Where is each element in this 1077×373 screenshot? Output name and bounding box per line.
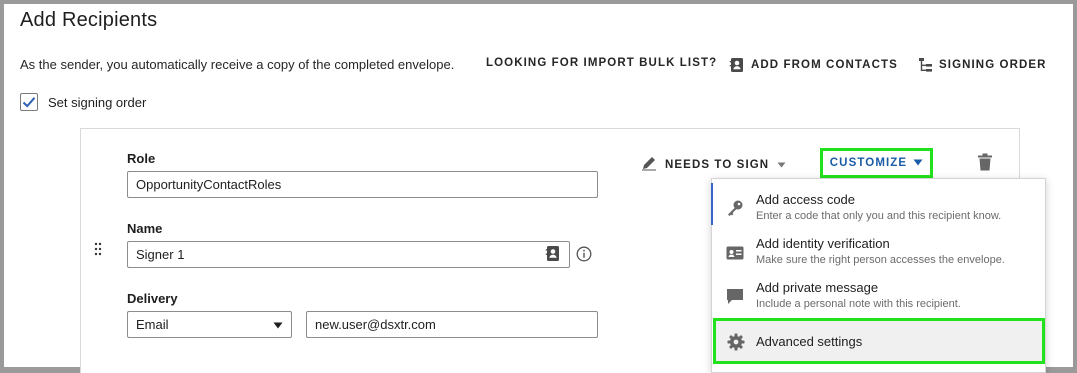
- menu-focus-indicator: [711, 183, 713, 225]
- caret-down-icon: [913, 157, 923, 169]
- chat-bubble-icon: [726, 288, 744, 311]
- gear-icon: [727, 333, 745, 356]
- customize-button[interactable]: CUSTOMIZE: [820, 148, 933, 178]
- name-field[interactable]: Signer 1: [127, 241, 570, 268]
- menu-item-description: Make sure the right person accesses the …: [756, 254, 1005, 266]
- delivery-method-value: Email: [136, 317, 169, 332]
- name-value: Signer 1: [136, 247, 185, 262]
- menu-item-description: Include a personal note with this recipi…: [756, 298, 961, 310]
- delivery-label: Delivery: [127, 291, 178, 306]
- needs-to-sign-label: NEEDS TO SIGN: [665, 158, 770, 171]
- delivery-method-select[interactable]: Email: [127, 311, 292, 338]
- signing-order-label: SIGNING ORDER: [939, 59, 1047, 71]
- page-title: Add Recipients: [20, 9, 158, 31]
- name-label: Name: [127, 221, 163, 236]
- email-value: new.user@dsxtr.com: [315, 317, 436, 332]
- import-bulk-list-label: LOOKING FOR IMPORT BULK LIST?: [486, 57, 718, 69]
- needs-to-sign-dropdown[interactable]: NEEDS TO SIGN: [641, 155, 786, 174]
- menu-item-private-message[interactable]: Add private message Include a personal n…: [712, 271, 1045, 317]
- add-from-contacts-button[interactable]: ADD FROM CONTACTS: [729, 57, 898, 73]
- contacts-book-icon: [729, 57, 745, 73]
- menu-item-identity-verification[interactable]: Add identity verification Make sure the …: [712, 227, 1045, 271]
- import-bulk-list-link[interactable]: LOOKING FOR IMPORT BULK LIST?: [486, 57, 717, 69]
- role-value: OpportunityContactRoles: [136, 177, 282, 192]
- sender-copy-hint: As the sender, you automatically receive…: [20, 57, 455, 72]
- id-card-icon: [726, 246, 744, 265]
- set-signing-order-checkbox[interactable]: [20, 93, 38, 111]
- checkmark-icon: [22, 97, 36, 108]
- signing-order-button[interactable]: SIGNING ORDER: [918, 57, 1047, 73]
- menu-item-title: Advanced settings: [756, 334, 863, 349]
- contact-card-icon[interactable]: [545, 245, 561, 265]
- email-field[interactable]: new.user@dsxtr.com: [306, 311, 598, 338]
- menu-item-access-code[interactable]: Add access code Enter a code that only y…: [712, 179, 1045, 227]
- caret-down-icon: [273, 317, 283, 332]
- hierarchy-icon: [918, 57, 933, 73]
- role-field[interactable]: OpportunityContactRoles: [127, 171, 598, 198]
- delete-recipient-trash-icon[interactable]: [977, 153, 993, 176]
- menu-item-description: Enter a code that only you and this reci…: [756, 210, 1002, 222]
- role-label: Role: [127, 151, 156, 166]
- menu-item-title: Add private message: [756, 280, 879, 295]
- add-from-contacts-label: ADD FROM CONTACTS: [751, 59, 898, 71]
- drag-handle-icon[interactable]: [94, 242, 102, 261]
- menu-item-advanced-settings[interactable]: Advanced settings: [713, 318, 1045, 364]
- pen-icon: [641, 155, 657, 174]
- key-icon: [726, 199, 744, 222]
- set-signing-order-label: Set signing order: [48, 94, 147, 110]
- caret-down-icon: [777, 159, 786, 171]
- menu-item-title: Add access code: [756, 192, 856, 207]
- info-icon[interactable]: [576, 246, 592, 267]
- set-signing-order-row: Set signing order: [20, 93, 146, 111]
- customize-label: CUSTOMIZE: [829, 157, 908, 169]
- menu-item-title: Add identity verification: [756, 236, 890, 251]
